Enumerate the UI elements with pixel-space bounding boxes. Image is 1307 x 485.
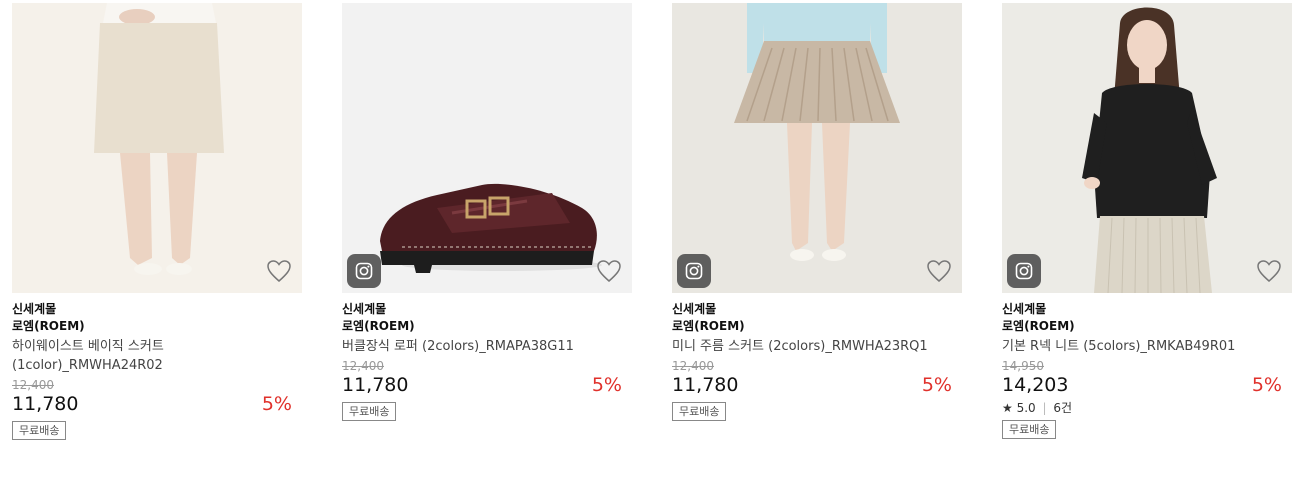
heart-outline-icon[interactable] xyxy=(266,259,292,283)
instagram-badge[interactable] xyxy=(677,254,711,288)
seller-name: 신세계몰 xyxy=(342,302,387,316)
rating-score: 5.0 xyxy=(1016,401,1036,415)
product-card-1[interactable]: 신세계몰 로엠(ROEM) 하이웨이스트 베이직 스커트 (1color)_RM… xyxy=(12,3,302,440)
free-shipping-badge: 무료배송 xyxy=(12,421,67,440)
sale-price: 11,780 xyxy=(672,374,739,396)
product-name[interactable]: 하이웨이스트 베이직 스커트 (1color)_RMWHA24R02 xyxy=(12,337,302,375)
original-price: 14,950 xyxy=(1002,359,1044,373)
seller-name: 신세계몰 xyxy=(672,302,717,316)
product-name[interactable]: 버클장식 로퍼 (2colors)_RMAPA38G11 xyxy=(342,337,632,356)
free-shipping-badge: 무료배송 xyxy=(342,402,397,421)
brand-name[interactable]: 로엠(ROEM) xyxy=(672,318,962,335)
star-icon: ★ xyxy=(1002,401,1013,415)
instagram-icon xyxy=(1015,262,1033,280)
seller-name: 신세계몰 xyxy=(12,302,57,316)
seller-name: 신세계몰 xyxy=(1002,302,1047,316)
sale-price: 11,780 xyxy=(342,374,409,396)
free-shipping-badge: 무료배송 xyxy=(672,402,727,421)
product-image[interactable] xyxy=(672,3,962,293)
review-count: 6건 xyxy=(1053,401,1073,415)
product-name[interactable]: 미니 주름 스커트 (2colors)_RMWHA23RQ1 xyxy=(672,337,962,356)
divider: | xyxy=(1042,401,1047,415)
original-price: 12,400 xyxy=(342,359,384,373)
product-card-4[interactable]: 신세계몰 로엠(ROEM) 기본 R넥 니트 (5colors)_RMKAB49… xyxy=(1002,3,1292,439)
instagram-badge[interactable] xyxy=(347,254,381,288)
instagram-icon xyxy=(685,262,703,280)
brand-name[interactable]: 로엠(ROEM) xyxy=(1002,318,1292,335)
sale-price: 14,203 xyxy=(1002,374,1069,396)
product-card-2[interactable]: 신세계몰 로엠(ROEM) 버클장식 로퍼 (2colors)_RMAPA38G… xyxy=(342,3,632,421)
heart-outline-icon[interactable] xyxy=(596,259,622,283)
instagram-icon xyxy=(355,262,373,280)
discount-rate: 5% xyxy=(591,374,622,396)
rating: ★ 5.0 | 6건 xyxy=(1002,400,1292,416)
product-name[interactable]: 기본 R넥 니트 (5colors)_RMKAB49R01 xyxy=(1002,337,1292,356)
brand-name[interactable]: 로엠(ROEM) xyxy=(12,318,302,335)
discount-rate: 5% xyxy=(261,393,292,415)
discount-rate: 5% xyxy=(921,374,952,396)
original-price: 12,400 xyxy=(672,359,714,373)
brand-name[interactable]: 로엠(ROEM) xyxy=(342,318,632,335)
sale-price: 11,780 xyxy=(12,393,79,415)
heart-outline-icon[interactable] xyxy=(926,259,952,283)
instagram-badge[interactable] xyxy=(1007,254,1041,288)
product-name-line1: 하이웨이스트 베이직 스커트 xyxy=(12,339,164,354)
product-image[interactable] xyxy=(342,3,632,293)
product-name-line2: (1color)_RMWHA24R02 xyxy=(12,358,163,373)
original-price: 12,400 xyxy=(12,378,54,392)
product-image[interactable] xyxy=(1002,3,1292,293)
discount-rate: 5% xyxy=(1251,374,1282,396)
product-card-3[interactable]: 신세계몰 로엠(ROEM) 미니 주름 스커트 (2colors)_RMWHA2… xyxy=(672,3,962,421)
free-shipping-badge: 무료배송 xyxy=(1002,420,1057,439)
product-image[interactable] xyxy=(12,3,302,293)
heart-outline-icon[interactable] xyxy=(1256,259,1282,283)
